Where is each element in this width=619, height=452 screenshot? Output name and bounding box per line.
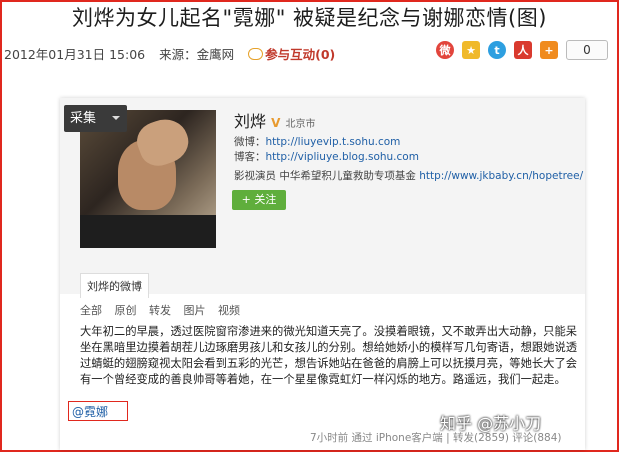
watermark: 知乎 @苏小刀 [440, 414, 542, 433]
article-source: 来源：金鹰网 [159, 47, 235, 62]
tab-weibo[interactable]: 刘烨的微博 [80, 273, 149, 298]
chevron-down-icon [112, 116, 120, 124]
qzone-icon[interactable]: ★ [462, 41, 480, 59]
bio-line: 影视演员 中华希望积儿童救助专项基金 http://www.jkbaby.cn/… [234, 168, 583, 183]
share-bar: 微 ★ t 人 + 0 [436, 40, 608, 60]
profile-location: 北京市 [285, 119, 316, 130]
more-share-icon[interactable]: + [540, 41, 558, 59]
article-title: 刘烨为女儿起名"霓娜" 被疑是纪念与谢娜恋情(图) [72, 6, 547, 30]
weibo-link[interactable]: http://liuyevip.t.sohu.com [266, 136, 401, 148]
comment-bubble-icon [248, 48, 264, 60]
profile-name-row: 刘烨 V 北京市 [234, 108, 316, 132]
renren-icon[interactable]: 人 [514, 41, 532, 59]
weibo-label: 微博： [234, 136, 266, 148]
bio-link[interactable]: http://www.jkbaby.cn/hopetree/ [419, 170, 583, 182]
follow-button[interactable]: + 关注 [232, 190, 286, 210]
collect-button[interactable]: 采集 [64, 105, 127, 132]
post-text: 大年初二的早晨，透过医院窗帘渗进来的微光知道天亮了。没摸着眼镜，又不敢弄出大动静… [80, 325, 578, 386]
article-date: 2012年01月31日 15:06 [4, 47, 146, 62]
mention-link[interactable]: @霓娜 [68, 401, 128, 421]
share-count: 0 [566, 40, 608, 60]
tencent-weibo-icon[interactable]: t [488, 41, 506, 59]
bio-text: 影视演员 中华希望积儿童救助专项基金 [234, 170, 416, 182]
profile-name: 刘烨 [234, 112, 267, 131]
collect-label: 采集 [70, 111, 97, 126]
interact-link[interactable]: 参与互动(0) [265, 47, 335, 62]
filter-all[interactable]: 全部 [80, 304, 102, 317]
filter-bar: 全部 原创 转发 图片 视频 [80, 302, 249, 318]
blog-link[interactable]: http://vipliuye.blog.sohu.com [266, 151, 419, 163]
weibo-screenshot: 采集 刘烨 V 北京市 微博：http://liuyevip.t.sohu.co… [60, 98, 585, 450]
article-meta: 2012年01月31日 15:06 来源：金鹰网 参与互动(0) [4, 44, 335, 63]
blog-label: 博客： [234, 151, 266, 163]
filter-image[interactable]: 图片 [184, 304, 206, 317]
filter-original[interactable]: 原创 [115, 304, 137, 317]
weibo-line: 微博：http://liuyevip.t.sohu.com [234, 134, 400, 149]
blog-line: 博客：http://vipliuye.blog.sohu.com [234, 149, 419, 164]
weibo-icon[interactable]: 微 [436, 41, 454, 59]
filter-video[interactable]: 视频 [218, 304, 240, 317]
filter-repost[interactable]: 转发 [149, 304, 171, 317]
verified-icon: V [271, 116, 281, 130]
